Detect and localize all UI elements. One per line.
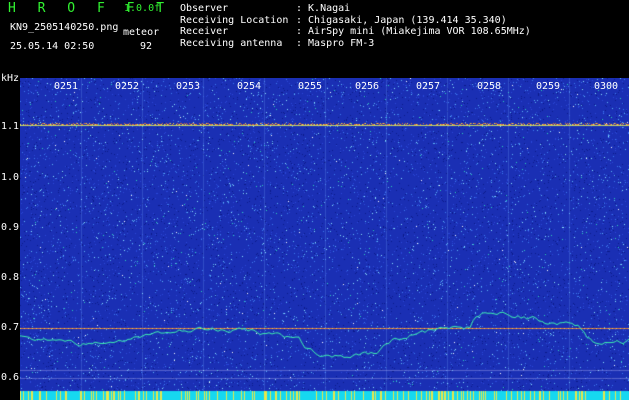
observation-info: Observer: K.Nagai Receiving Location: Ch… xyxy=(180,3,531,49)
time-tick-label: 0300 xyxy=(594,81,619,92)
header-panel: H R O F F T 1.0.0f KN9_2505140250.png me… xyxy=(0,0,629,78)
y-tick-label: 0.7 xyxy=(1,322,20,333)
time-tick-label: 0252 xyxy=(115,81,140,92)
timestamp: 25.05.14 02:50 xyxy=(10,41,95,52)
info-row-receiver: Receiver: AirSpy mini (Miakejima VOR 108… xyxy=(180,26,531,37)
info-row-observer: Observer: K.Nagai xyxy=(180,3,351,14)
version-label: 1.0.0f xyxy=(124,3,161,14)
y-tick-label: 0.6 xyxy=(1,372,20,383)
y-tick-label: 1.1 xyxy=(1,121,20,132)
time-tick-label: 0254 xyxy=(237,81,262,92)
file-name: KN9_2505140250.png xyxy=(10,22,119,33)
time-tick-label: 0258 xyxy=(477,81,502,92)
meteor-count: 92 xyxy=(140,41,153,52)
time-tick-label: 0251 xyxy=(54,81,79,92)
time-tick-label: 0257 xyxy=(416,81,441,92)
info-row-location: Receiving Location: Chigasaki, Japan (13… xyxy=(180,14,507,26)
meteor-label: meteor xyxy=(123,27,160,38)
y-tick-label: 0.9 xyxy=(1,222,20,233)
y-tick-label: 1.0 xyxy=(1,172,20,183)
time-tick-label: 0253 xyxy=(176,81,201,92)
spectrogram-canvas xyxy=(20,78,629,400)
time-tick-label: 0255 xyxy=(298,81,323,92)
info-row-antenna: Receiving antenna: Maspro FM-3 xyxy=(180,37,375,49)
time-tick-label: 0256 xyxy=(355,81,380,92)
time-tick-label: 0259 xyxy=(536,81,561,92)
frequency-unit-label: kHz xyxy=(1,73,20,84)
y-tick-label: 0.8 xyxy=(1,272,20,283)
